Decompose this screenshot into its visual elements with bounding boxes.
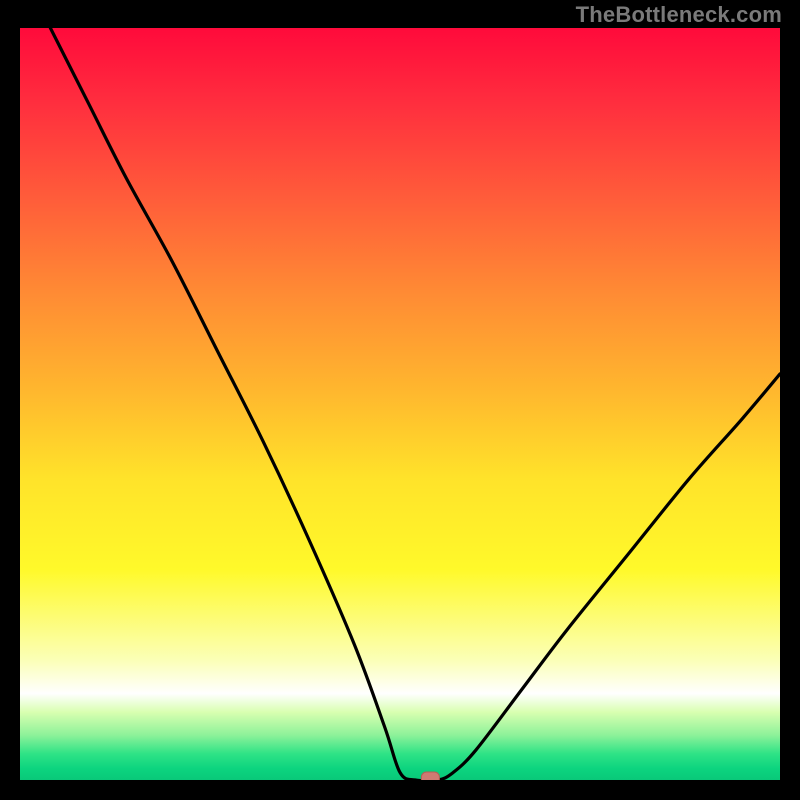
minimum-marker [421,772,439,780]
plot-area [20,28,780,780]
gradient-background [20,28,780,780]
watermark-text: TheBottleneck.com [576,2,782,28]
bottleneck-chart [20,28,780,780]
chart-frame: TheBottleneck.com [0,0,800,800]
